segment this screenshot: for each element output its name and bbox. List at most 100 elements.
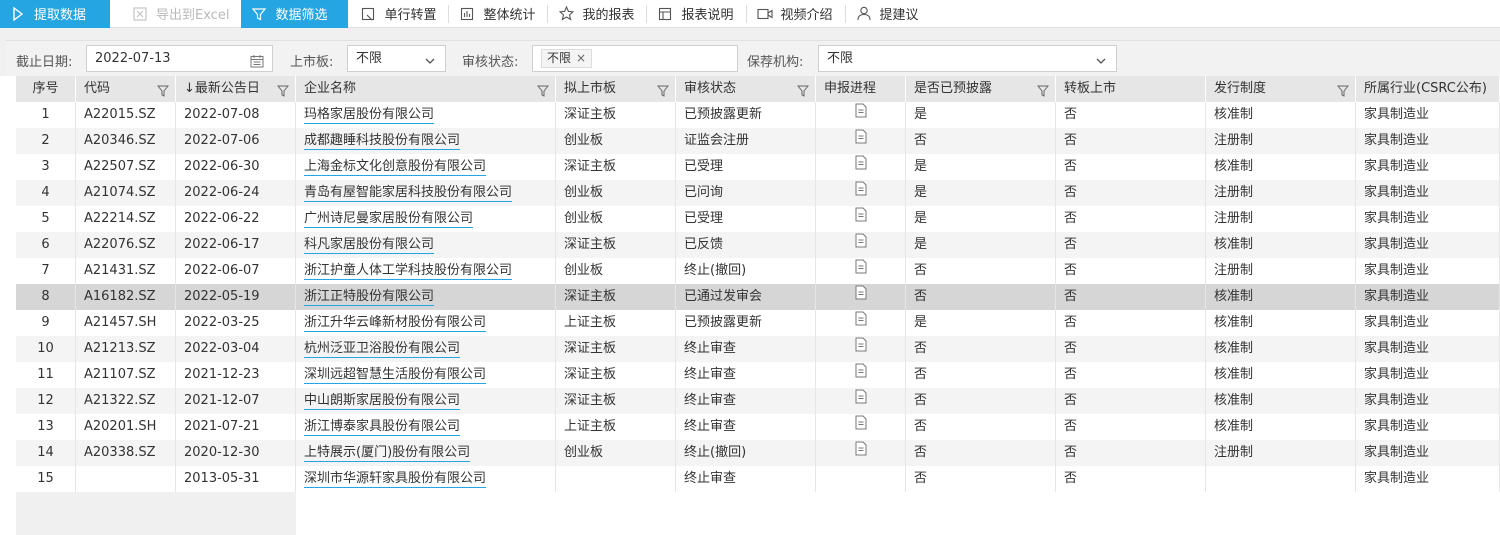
company-link[interactable]: 深圳市华源轩家具股份有限公司 — [304, 471, 487, 488]
cell-progress[interactable] — [816, 414, 906, 440]
calendar-icon[interactable] — [250, 52, 264, 68]
company-link[interactable]: 浙江正特股份有限公司 — [304, 289, 435, 306]
table-row[interactable]: 4 A21074.SZ 2022-06-24 青岛有屋智能家居科技股份有限公司 创业板已… — [16, 180, 1500, 206]
cell-company-name[interactable]: 上海金标文化创意股份有限公司 — [296, 154, 556, 180]
company-link[interactable]: 深圳远超智慧生活股份有限公司 — [304, 367, 487, 384]
company-link[interactable]: 浙江博泰家具股份有限公司 — [304, 419, 461, 436]
cell-progress[interactable] — [816, 440, 906, 466]
cell-progress[interactable] — [816, 128, 906, 154]
header-board-transfer[interactable]: 转板上市 — [1056, 76, 1206, 102]
extract-data-button[interactable]: 提取数据 — [0, 0, 110, 28]
column-filter-icon[interactable] — [1336, 82, 1350, 97]
cell-progress[interactable] — [816, 206, 906, 232]
cell-progress[interactable] — [816, 102, 906, 128]
document-icon[interactable] — [855, 154, 867, 180]
company-link[interactable]: 广州诗尼曼家居股份有限公司 — [304, 211, 474, 228]
header-target-board[interactable]: 拟上市板 — [556, 76, 676, 102]
cell-company-name[interactable]: 玛格家居股份有限公司 — [296, 102, 556, 128]
header-pre-disclosed[interactable]: 是否已预披露 — [906, 76, 1056, 102]
table-row[interactable]: 1 A22015.SZ 2022-07-08 玛格家居股份有限公司 深证主板 已预披露更新… — [16, 102, 1500, 128]
document-icon[interactable] — [855, 310, 867, 336]
document-icon[interactable] — [855, 388, 867, 414]
review-status-select[interactable]: 不限 × — [532, 45, 738, 72]
cell-company-name[interactable]: 科凡家居股份有限公司 — [296, 232, 556, 258]
cell-company-name[interactable]: 浙江升华云峰新材股份有限公司 — [296, 310, 556, 336]
header-seq[interactable]: 序号 — [16, 76, 76, 102]
overall-stats-button[interactable]: 整体统计 — [449, 0, 547, 28]
header-latest-date[interactable]: ↓最新公告日 — [176, 76, 296, 102]
listing-board-select[interactable]: 不限 — [347, 45, 446, 72]
header-industry[interactable]: 所属行业(CSRC公布) — [1356, 76, 1500, 102]
column-filter-icon[interactable] — [1036, 82, 1050, 97]
cell-progress[interactable] — [816, 284, 906, 310]
column-filter-icon[interactable] — [656, 82, 670, 97]
table-row[interactable]: 5 A22214.SZ 2022-06-22 广州诗尼曼家居股份有限公司 创业板 已受理 是… — [16, 206, 1500, 232]
company-link[interactable]: 上特展示(厦门)股份有限公司 — [304, 445, 471, 462]
report-description-button[interactable]: 报表说明 — [647, 0, 745, 28]
header-review-status[interactable]: 审核状态 — [676, 76, 816, 102]
cell-progress[interactable] — [816, 180, 906, 206]
document-icon[interactable] — [855, 232, 867, 258]
cell-progress[interactable] — [816, 154, 906, 180]
document-icon[interactable] — [855, 284, 867, 310]
company-link[interactable]: 科凡家居股份有限公司 — [304, 237, 435, 254]
cell-progress[interactable] — [816, 388, 906, 414]
column-filter-icon[interactable] — [536, 82, 550, 97]
document-icon[interactable] — [855, 362, 867, 388]
header-company-name[interactable]: 企业名称 — [296, 76, 556, 102]
table-row[interactable]: 15 2013-05-31 深圳市华源轩家具股份有限公司 终止审查 否否 家具制造业 — [16, 466, 1500, 492]
document-icon[interactable] — [855, 180, 867, 206]
video-intro-button[interactable]: 视频介绍 — [747, 0, 845, 28]
row-transpose-button[interactable]: 单行转置 — [348, 0, 448, 28]
cell-progress[interactable] — [816, 258, 906, 284]
cell-progress[interactable] — [816, 362, 906, 388]
company-link[interactable]: 浙江升华云峰新材股份有限公司 — [304, 315, 487, 332]
company-link[interactable]: 成都趣睡科技股份有限公司 — [304, 133, 461, 150]
table-row[interactable]: 7 A21431.SZ 2022-06-07 浙江护童人体工学科技股份有限公司 创业板终… — [16, 258, 1500, 284]
company-link[interactable]: 玛格家居股份有限公司 — [304, 107, 435, 124]
document-icon[interactable] — [855, 102, 867, 128]
document-icon[interactable] — [855, 336, 867, 362]
company-link[interactable]: 中山朗斯家居股份有限公司 — [304, 393, 461, 410]
table-row[interactable]: 12 A21322.SZ 2021-12-07 中山朗斯家居股份有限公司 深证主板 终止审… — [16, 388, 1500, 414]
column-filter-icon[interactable] — [796, 82, 810, 97]
cell-company-name[interactable]: 上特展示(厦门)股份有限公司 — [296, 440, 556, 466]
suggest-button[interactable]: 提建议 — [846, 0, 931, 28]
column-filter-icon[interactable] — [156, 82, 170, 97]
cell-company-name[interactable]: 广州诗尼曼家居股份有限公司 — [296, 206, 556, 232]
cell-company-name[interactable]: 成都趣睡科技股份有限公司 — [296, 128, 556, 154]
cell-company-name[interactable]: 深圳远超智慧生活股份有限公司 — [296, 362, 556, 388]
table-row[interactable]: 9 A21457.SH 2022-03-25 浙江升华云峰新材股份有限公司 上证主板 已预… — [16, 310, 1500, 336]
data-filter-button[interactable]: 数据筛选 — [241, 0, 349, 28]
document-icon[interactable] — [855, 206, 867, 232]
cell-company-name[interactable]: 浙江护童人体工学科技股份有限公司 — [296, 258, 556, 284]
cutoff-date-input[interactable]: 2022-07-13 — [86, 45, 273, 72]
cell-company-name[interactable]: 中山朗斯家居股份有限公司 — [296, 388, 556, 414]
table-row[interactable]: 11 A21107.SZ 2021-12-23 深圳远超智慧生活股份有限公司 深证主板终… — [16, 362, 1500, 388]
my-reports-button[interactable]: 我的报表 — [548, 0, 646, 28]
document-icon[interactable] — [855, 128, 867, 154]
column-filter-icon[interactable] — [276, 82, 290, 97]
document-icon[interactable] — [855, 414, 867, 440]
table-row[interactable]: 3 A22507.SZ 2022-06-30 上海金标文化创意股份有限公司 深证主板 已受… — [16, 154, 1500, 180]
company-link[interactable]: 上海金标文化创意股份有限公司 — [304, 159, 487, 176]
company-link[interactable]: 青岛有屋智能家居科技股份有限公司 — [304, 185, 513, 202]
header-code[interactable]: 代码 — [76, 76, 176, 102]
cell-company-name[interactable]: 杭州泛亚卫浴股份有限公司 — [296, 336, 556, 362]
cell-company-name[interactable]: 浙江正特股份有限公司 — [296, 284, 556, 310]
sponsor-select[interactable]: 不限 — [818, 45, 1117, 72]
table-row[interactable]: 2 A20346.SZ 2022-07-06 成都趣睡科技股份有限公司 创业板 证监会注册… — [16, 128, 1500, 154]
cell-progress[interactable] — [816, 336, 906, 362]
table-row[interactable]: 13 A20201.SH 2021-07-21 浙江博泰家具股份有限公司 上证主板 终止审… — [16, 414, 1500, 440]
cell-company-name[interactable]: 浙江博泰家具股份有限公司 — [296, 414, 556, 440]
export-excel-button[interactable]: 导出到Excel — [122, 0, 241, 28]
table-row[interactable]: 10 A21213.SZ 2022-03-04 杭州泛亚卫浴股份有限公司 深证主板 终止审… — [16, 336, 1500, 362]
cell-progress[interactable] — [816, 232, 906, 258]
document-icon[interactable] — [855, 440, 867, 466]
remove-tag-icon[interactable]: × — [576, 51, 586, 65]
company-link[interactable]: 浙江护童人体工学科技股份有限公司 — [304, 263, 513, 280]
header-progress[interactable]: 申报进程 — [816, 76, 906, 102]
table-row[interactable]: 8 A16182.SZ 2022-05-19 浙江正特股份有限公司 深证主板 已通过发审会… — [16, 284, 1500, 310]
company-link[interactable]: 杭州泛亚卫浴股份有限公司 — [304, 341, 461, 358]
document-icon[interactable] — [855, 258, 867, 284]
